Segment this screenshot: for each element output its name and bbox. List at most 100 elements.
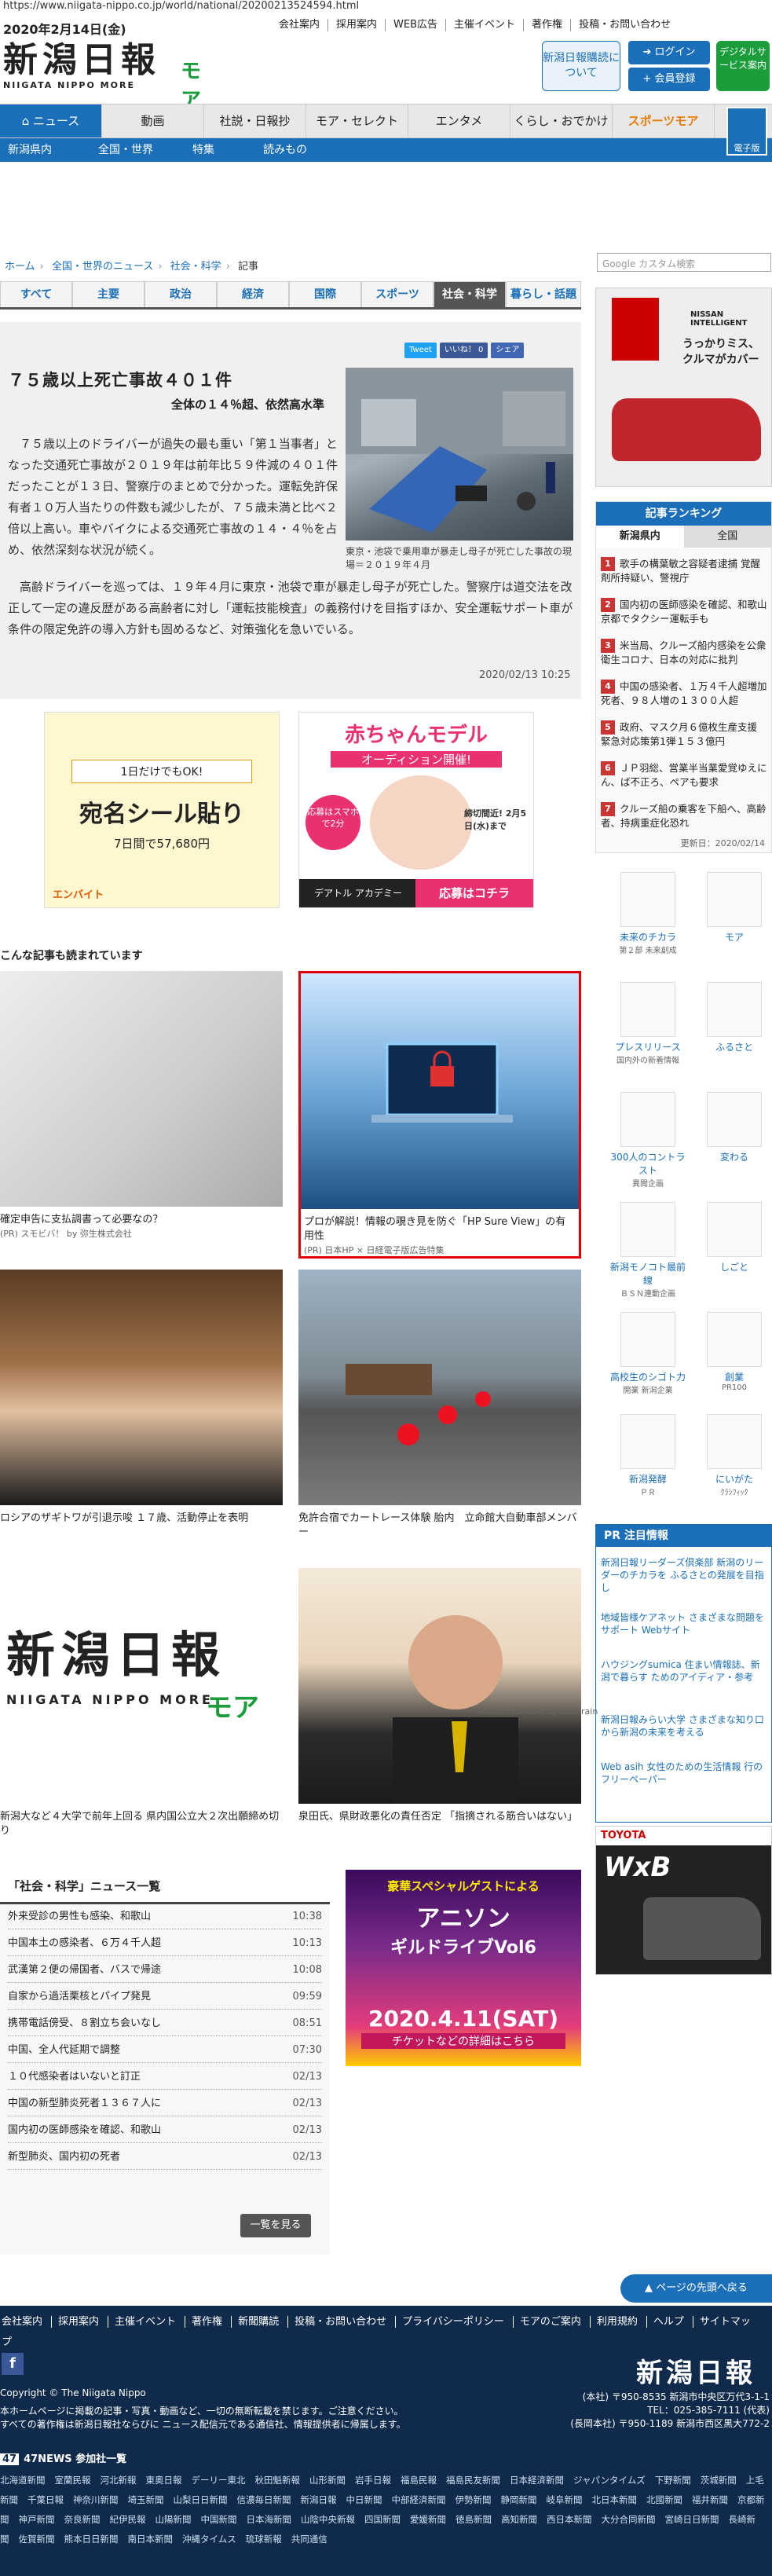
crumb-national[interactable]: 全国・世界のニュース bbox=[52, 261, 153, 273]
facebook-icon[interactable]: f bbox=[2, 2353, 24, 2375]
top-link-copyright[interactable]: 著作権 bbox=[524, 19, 572, 31]
member-paper-link[interactable]: 奈良新聞 bbox=[64, 2514, 101, 2525]
list-item[interactable]: 自家から過活栗核とパイプ発見 09:59 bbox=[8, 1984, 322, 2010]
member-paper-link[interactable]: 徳島新聞 bbox=[456, 2514, 492, 2525]
nav-entertainment[interactable]: エンタメ bbox=[408, 104, 510, 137]
member-paper-link[interactable]: 佐賀新聞 bbox=[19, 2534, 55, 2545]
member-paper-link[interactable]: 愛媛新聞 bbox=[410, 2514, 446, 2525]
member-paper-link[interactable]: 中日新聞 bbox=[346, 2494, 382, 2505]
ad-banner-enbaito[interactable]: 1日だけでもOK! 宛名シール貼り 7日間で57,680円 エンバイト bbox=[44, 712, 280, 908]
top-link-web-ad[interactable]: WEB広告 bbox=[386, 19, 447, 31]
service-link[interactable]: 高校生のシゴト力 開業 新潟企業 bbox=[609, 1312, 687, 1395]
service-link[interactable]: 変わる bbox=[695, 1092, 772, 1163]
member-paper-link[interactable]: 熊本日日新聞 bbox=[64, 2534, 119, 2545]
ranking-item[interactable]: 6 ＪＰ羽総、営業半当業愛覚ゆえに ん、ば不正ろ、ペアも要求 bbox=[601, 761, 769, 789]
top-link-company[interactable]: 会社案内 bbox=[271, 19, 329, 31]
member-paper-link[interactable]: 大分合同新聞 bbox=[602, 2514, 656, 2525]
tab-all[interactable]: すべて bbox=[0, 281, 72, 307]
service-link[interactable]: 新潟発酵 ＰＲ bbox=[609, 1414, 687, 1497]
member-paper-link[interactable]: 高知新聞 bbox=[501, 2514, 537, 2525]
tab-main[interactable]: 主要 bbox=[72, 281, 145, 307]
side-ad-toyota[interactable]: TOYOTA WxB bbox=[595, 1826, 772, 1975]
member-paper-link[interactable]: 室蘭民報 bbox=[55, 2475, 91, 2486]
pr-item[interactable]: ハウジングsumica 住まい情報誌、新潟で暮らす ためのアイディア・参考 bbox=[601, 1658, 769, 1684]
article-photo[interactable] bbox=[346, 368, 573, 540]
tab-politics[interactable]: 政治 bbox=[145, 281, 217, 307]
page-top-button[interactable]: ▲ ページの先頭へ戻る bbox=[620, 2274, 772, 2303]
footer-link[interactable]: 利用規約 bbox=[596, 2316, 647, 2328]
crumb-home[interactable]: ホーム bbox=[5, 261, 35, 273]
member-paper-link[interactable]: 秋田魁新報 bbox=[255, 2475, 301, 2486]
pr-item[interactable]: 新潟日報リーダーズ倶楽部 新潟のリーダーのチカラを ふるさとの発展を目指し bbox=[601, 1556, 769, 1594]
like-button[interactable]: いいね！ 0 bbox=[439, 343, 488, 358]
top-link-contact[interactable]: 投稿・お問い合わせ bbox=[571, 19, 679, 31]
member-paper-link[interactable]: 山陽新聞 bbox=[155, 2514, 192, 2525]
tab-sports[interactable]: スポーツ bbox=[361, 281, 434, 307]
share-button[interactable]: シェア bbox=[491, 343, 525, 358]
url-bar[interactable]: https://www.niigata-nippo.co.jp/world/na… bbox=[3, 0, 359, 12]
member-paper-link[interactable]: 四国新聞 bbox=[364, 2514, 401, 2525]
list-item[interactable]: 武漢第２便の帰国者、バスで帰途 10:08 bbox=[8, 1958, 322, 1983]
footer-link[interactable]: プライバシーポリシー bbox=[402, 2316, 514, 2328]
list-item[interactable]: 携帯電話傍受、８割立ち会いなし 08:51 bbox=[8, 2011, 322, 2036]
reco-card[interactable]: ロシアのザギトワが引退示唆 １７歳、活動停止を表明 bbox=[0, 1270, 283, 1526]
subnav-reading[interactable]: 読みもの bbox=[263, 138, 307, 162]
member-paper-link[interactable]: 信濃毎日新聞 bbox=[237, 2494, 291, 2505]
member-paper-link[interactable]: 西日本新聞 bbox=[547, 2514, 592, 2525]
tweet-button[interactable]: Tweet bbox=[404, 343, 437, 358]
footer-link[interactable]: 採用案内 bbox=[58, 2316, 109, 2328]
member-paper-link[interactable]: 千葉日報 bbox=[27, 2494, 64, 2505]
list-item[interactable]: 中国、全人代延期で調整 07:30 bbox=[8, 2038, 322, 2063]
service-link[interactable]: にいがた ｸﾗｼﾌｨｯｸ bbox=[695, 1414, 772, 1497]
member-paper-link[interactable]: 福島民友新聞 bbox=[446, 2475, 500, 2486]
member-paper-link[interactable]: 山梨日日新聞 bbox=[174, 2494, 228, 2505]
more-news-button[interactable]: 一覧を見る bbox=[240, 2214, 311, 2237]
member-paper-link[interactable]: ジャパンタイムズ bbox=[573, 2475, 646, 2486]
ranking-tab-niigata[interactable]: 新潟県内 bbox=[596, 526, 684, 548]
member-paper-link[interactable]: 岩手日報 bbox=[355, 2475, 391, 2486]
ranking-item[interactable]: 5 政府、マスク月６億枚生産支援 緊急対応策第1弾１５３億円 bbox=[601, 720, 769, 748]
ranking-item[interactable]: 4 中国の感染者、１万４千人超増加 死者、９８人増の１３００人超 bbox=[601, 680, 769, 707]
member-paper-link[interactable]: 紀伊民報 bbox=[110, 2514, 146, 2525]
reco-card[interactable]: 新潟日報 NIIGATA NIPPO MORE モア 新潟大など４大学で前年上回… bbox=[0, 1568, 283, 1838]
list-item[interactable]: １０代感染者はいないと訂正 02/13 bbox=[8, 2065, 322, 2090]
subnav-national[interactable]: 全国・世界 bbox=[98, 138, 153, 162]
ad-banner-baby-model[interactable]: 赤ちゃんモデル オーディション開催! 応募はスマホで2分 締切間近! 2月5日(… bbox=[298, 712, 534, 908]
member-paper-link[interactable]: 岐阜新聞 bbox=[547, 2494, 583, 2505]
member-paper-link[interactable]: 下野新聞 bbox=[655, 2475, 691, 2486]
reco-card[interactable]: プロが解説！情報の覗き見を防ぐ「HP Sure View」の有用性 (PR) 日… bbox=[298, 971, 581, 1259]
reco-card[interactable]: 免許合宿でカートレース体験 胎内 立命館大自動車部メンバー bbox=[298, 1270, 581, 1540]
service-link[interactable]: 300人のコントラスト 異聞企画 bbox=[609, 1092, 687, 1189]
outbrain-credit[interactable]: Recommended by Outbrain bbox=[479, 1706, 598, 1717]
member-paper-link[interactable]: 中国新聞 bbox=[201, 2514, 237, 2525]
member-paper-link[interactable]: 伊勢新聞 bbox=[456, 2494, 492, 2505]
service-link[interactable]: 新潟モノコト最前線 ＢＳＮ連動企画 bbox=[609, 1202, 687, 1299]
member-paper-link[interactable]: 北海道新聞 bbox=[0, 2475, 46, 2486]
member-paper-link[interactable]: 琉球新報 bbox=[246, 2534, 282, 2545]
tab-economy[interactable]: 経済 bbox=[217, 281, 289, 307]
member-paper-link[interactable]: 東奥日報 bbox=[146, 2475, 182, 2486]
list-item[interactable]: 国内初の医師感染を確認、和歌山 02/13 bbox=[8, 2118, 322, 2143]
nav-news[interactable]: ⌂ ニュース bbox=[0, 104, 102, 137]
member-paper-link[interactable]: 日本経済新聞 bbox=[510, 2475, 564, 2486]
subnav-features[interactable]: 特集 bbox=[192, 138, 214, 162]
nav-editorial[interactable]: 社説・日報抄 bbox=[204, 104, 306, 137]
ranking-item[interactable]: 2 国内初の医師感染を確認、和歌山 京都でタクシー運転手も bbox=[601, 598, 769, 625]
member-paper-link[interactable]: 北日本新聞 bbox=[592, 2494, 638, 2505]
footer-link[interactable]: モアのご案内 bbox=[519, 2316, 591, 2328]
footer-link[interactable]: 新聞購読 bbox=[238, 2316, 289, 2328]
login-button[interactable]: ➜ ログイン bbox=[628, 41, 710, 64]
tab-lifestyle[interactable]: 暮らし・話題 bbox=[506, 281, 581, 307]
member-paper-link[interactable]: 福井新聞 bbox=[692, 2494, 728, 2505]
member-paper-link[interactable]: 福島民報 bbox=[401, 2475, 437, 2486]
site-logo[interactable]: 新潟日報 NIIGATA NIPPO MORE モア bbox=[3, 41, 215, 113]
member-paper-link[interactable]: 山形新聞 bbox=[309, 2475, 346, 2486]
list-item[interactable]: 中国の新型肺炎死者１３６７人に 02/13 bbox=[8, 2091, 322, 2116]
crumb-society[interactable]: 社会・科学 bbox=[170, 261, 221, 273]
digital-service-button[interactable]: デジタルサービス案内 bbox=[716, 41, 770, 91]
member-paper-link[interactable]: 宮崎日日新聞 bbox=[665, 2514, 719, 2525]
nav-sports-moa[interactable]: スポーツモア bbox=[613, 104, 715, 137]
member-paper-link[interactable]: 山陰中央新報 bbox=[301, 2514, 355, 2525]
ranking-item[interactable]: 7 クルーズ船の乗客を下船へ、高齢 者、持病重症化恐れ bbox=[601, 802, 769, 830]
member-paper-link[interactable]: 茨城新聞 bbox=[701, 2475, 737, 2486]
